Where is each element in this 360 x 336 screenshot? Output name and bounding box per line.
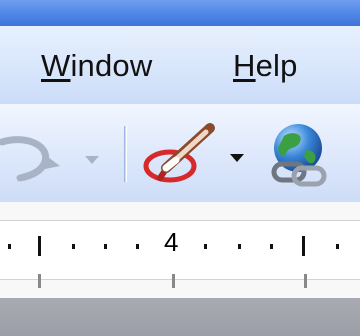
menu-help-accel: H — [233, 48, 256, 83]
menu-window[interactable]: Window — [39, 46, 154, 86]
chevron-down-icon — [85, 156, 99, 164]
ruler-tick-marks — [8, 236, 339, 288]
window-title-strip — [0, 0, 360, 26]
hyperlink-globe-icon — [271, 124, 327, 187]
standard-toolbar — [0, 104, 360, 203]
drawing-dropdown-button[interactable] — [224, 138, 250, 178]
menu-window-accel: W — [41, 48, 71, 83]
toolbar-separator — [124, 126, 127, 182]
ruler-number-label: 4 — [164, 227, 179, 257]
drawing-button[interactable] — [138, 120, 228, 190]
menu-help-label: elp — [255, 48, 298, 83]
chevron-down-icon — [230, 154, 244, 162]
menu-window-label: indow — [70, 48, 153, 83]
drawing-pen-icon — [143, 123, 215, 183]
undo-button[interactable] — [0, 128, 80, 184]
document-area-edge — [0, 298, 360, 336]
menu-bar: Window Help — [0, 26, 360, 105]
horizontal-ruler[interactable]: 4 — [0, 202, 360, 298]
undo-dropdown-button[interactable] — [80, 138, 104, 178]
menu-help[interactable]: Help — [231, 46, 300, 86]
undo-arrow-icon — [0, 136, 60, 182]
insert-hyperlink-button[interactable] — [260, 120, 340, 192]
